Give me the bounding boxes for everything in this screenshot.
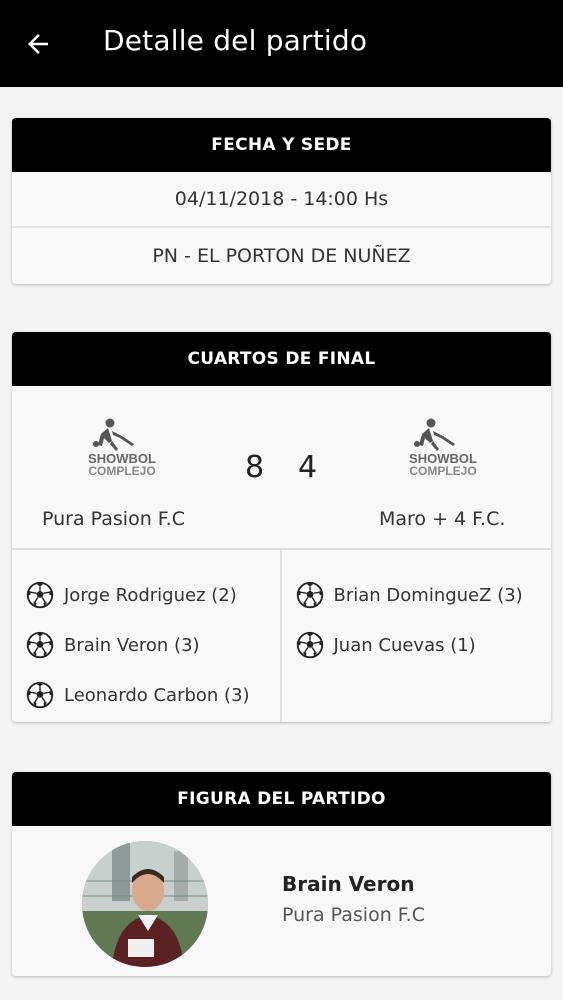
back-button[interactable] <box>18 24 58 64</box>
home-score: 8 <box>245 450 265 485</box>
scorer-name: Brain Veron (3) <box>64 634 200 656</box>
away-scorer-item: Juan Cuevas (1) <box>282 620 552 670</box>
soccer-ball-icon <box>26 681 54 709</box>
scorer-name: Leonardo Carbon (3) <box>64 684 250 706</box>
svg-text:COMPLEJO: COMPLEJO <box>409 464 476 478</box>
arrow-left-icon <box>28 34 48 54</box>
soccer-ball-icon <box>26 631 54 659</box>
player-avatar <box>82 841 208 967</box>
match-stage-header: CUARTOS DE FINAL <box>12 332 551 386</box>
away-team-logo: SHOWBOL COMPLEJO <box>409 418 477 478</box>
match-datetime: 04/11/2018 - 14:00 Hs <box>12 172 551 228</box>
page-title: Detalle del partido <box>103 24 368 57</box>
home-scorer-item: Leonardo Carbon (3) <box>12 670 280 720</box>
mvp-card: FIGURA DEL PARTIDO Brain Veron Pura Pasi… <box>12 772 551 976</box>
scorers-section: Jorge Rodriguez (2) Brain Veron (3) Leonar… <box>12 550 551 722</box>
away-score: 4 <box>298 450 318 485</box>
away-scorer-item: Brian DominguеZ (3) <box>282 570 552 620</box>
match-card: CUARTOS DE FINAL SHOWBOL COMPLEJO SHOWBO… <box>12 332 551 722</box>
venue-card: FECHA Y SEDE 04/11/2018 - 14:00 Hs PN - … <box>12 118 551 284</box>
venue-card-header: FECHA Y SEDE <box>12 118 551 172</box>
mvp-body: Brain Veron Pura Pasion F.C <box>12 826 551 976</box>
home-scorer-item: Jorge Rodriguez (2) <box>12 570 280 620</box>
away-scorers-list: Brian DominguеZ (3) Juan Cuevas (1) <box>282 550 552 722</box>
mvp-player-team: Pura Pasion F.C <box>282 904 425 926</box>
home-scorers-list: Jorge Rodriguez (2) Brain Veron (3) Leonar… <box>12 550 282 722</box>
svg-text:COMPLEJO: COMPLEJO <box>88 464 155 478</box>
soccer-ball-icon <box>296 631 323 659</box>
match-venue: PN - EL PORTON DE NUÑEZ <box>152 245 411 267</box>
app-bar: Detalle del partido <box>0 0 563 87</box>
soccer-ball-icon <box>26 581 54 609</box>
home-scorer-item: Brain Veron (3) <box>12 620 280 670</box>
scorer-name: Jorge Rodriguez (2) <box>64 584 237 606</box>
teams-row: SHOWBOL COMPLEJO SHOWBOL COMPLEJO 8 4 Pu… <box>12 386 551 550</box>
scorer-name: Brian DominguеZ (3) <box>333 584 523 606</box>
mvp-card-header: FIGURA DEL PARTIDO <box>12 772 551 826</box>
mvp-player-name: Brain Veron <box>282 872 415 896</box>
home-team-name: Pura Pasion F.C <box>42 508 185 530</box>
home-team-logo: SHOWBOL COMPLEJO <box>88 418 156 478</box>
scorer-name: Juan Cuevas (1) <box>333 634 476 656</box>
soccer-ball-icon <box>296 581 323 609</box>
away-team-name: Maro + 4 F.C. <box>379 508 506 530</box>
